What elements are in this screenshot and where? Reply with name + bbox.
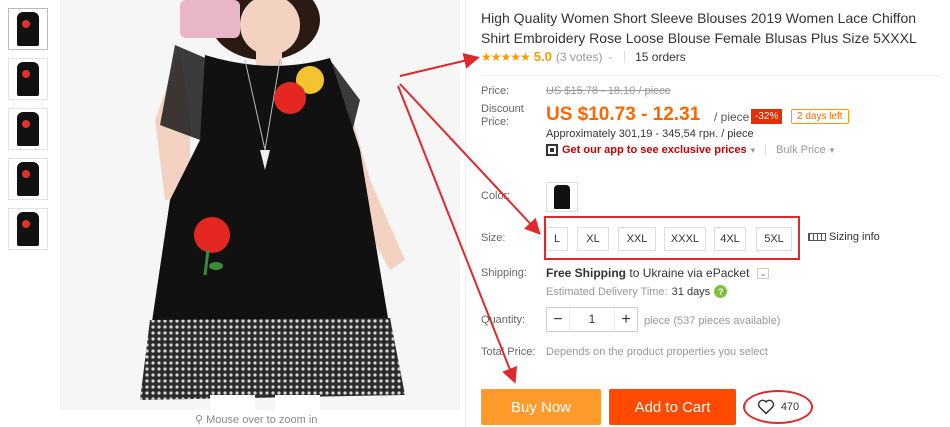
days-left-badge: 2 days left bbox=[791, 109, 849, 124]
quantity-label: Quantity: bbox=[481, 314, 526, 326]
delivery-estimate: Estimated Delivery Time: 31 days ? bbox=[546, 285, 728, 298]
votes-link[interactable]: (3 votes) bbox=[556, 50, 603, 64]
zoom-hint-text: Mouse over to zoom in bbox=[206, 414, 318, 426]
divider bbox=[481, 75, 941, 76]
add-to-cart-button[interactable]: Add to Cart bbox=[609, 389, 736, 425]
chevron-down-icon[interactable]: ▾ bbox=[830, 145, 835, 156]
color-swatch-black[interactable] bbox=[546, 182, 578, 212]
delivery-label: Estimated Delivery Time: bbox=[546, 285, 668, 298]
quantity-available: piece (537 pieces available) bbox=[644, 315, 781, 327]
sizing-info-link[interactable]: Sizing info bbox=[808, 231, 880, 243]
total-label: Total Price: bbox=[481, 346, 536, 358]
shipping-destination: to Ukraine via ePacket bbox=[629, 266, 750, 280]
orders-count: 15 orders bbox=[635, 49, 686, 64]
thumbnail[interactable] bbox=[8, 58, 48, 100]
separator bbox=[765, 144, 767, 156]
decrement-button[interactable]: − bbox=[547, 311, 569, 329]
increment-button[interactable]: + bbox=[615, 311, 637, 329]
ruler-icon bbox=[808, 233, 826, 241]
chevron-down-icon[interactable]: ⌄ bbox=[607, 51, 615, 62]
main-product-image[interactable] bbox=[60, 0, 460, 410]
zoom-hint: ⚲ Mouse over to zoom in bbox=[195, 413, 317, 426]
thumbnail[interactable] bbox=[8, 8, 48, 50]
shipping-label: Shipping: bbox=[481, 267, 527, 279]
wishlist-button[interactable]: 470 bbox=[743, 390, 813, 424]
original-price: US $15.78 - 18.10 / piece bbox=[546, 85, 671, 97]
star-rating-icon: ★★★★★ bbox=[481, 49, 531, 64]
wishlist-count: 470 bbox=[780, 401, 800, 413]
qr-code-icon bbox=[546, 144, 558, 156]
free-shipping-text: Free Shipping bbox=[546, 266, 627, 280]
color-label: Color: bbox=[481, 190, 511, 202]
discount-badge: -32% bbox=[751, 109, 783, 124]
help-icon[interactable]: ? bbox=[714, 285, 728, 298]
total-value: Depends on the product properties you se… bbox=[546, 346, 768, 358]
blouse-photo bbox=[60, 0, 460, 410]
rating-row: ★★★★★ 5.0 (3 votes) ⌄ 15 orders bbox=[481, 49, 686, 64]
rating-value: 5.0 bbox=[533, 49, 552, 64]
thumbnail-list bbox=[8, 8, 48, 258]
shipping-method[interactable]: Free Shipping to Ukraine via ePacket ⌄ bbox=[546, 266, 770, 280]
size-label: Size: bbox=[481, 232, 506, 244]
delivery-days: 31 days bbox=[671, 285, 711, 298]
discount-label-2: Price: bbox=[481, 116, 510, 128]
chevron-down-icon[interactable]: ▾ bbox=[751, 145, 756, 156]
quantity-stepper: − 1 + bbox=[546, 307, 638, 332]
bulk-price-link[interactable]: Bulk Price bbox=[776, 144, 826, 156]
discount-label: Discount bbox=[481, 103, 524, 115]
app-promo-link[interactable]: Get our app to see exclusive prices bbox=[562, 144, 747, 156]
quantity-input[interactable]: 1 bbox=[569, 308, 615, 331]
magnifier-icon: ⚲ bbox=[195, 414, 204, 426]
chevron-down-icon[interactable]: ⌄ bbox=[756, 268, 770, 280]
approx-price: Approximately 301,19 - 345,54 грн. / pie… bbox=[546, 128, 754, 140]
annotation-highlight-box bbox=[544, 216, 800, 260]
discount-price: US $10.73 - 12.31 bbox=[546, 104, 701, 125]
sizing-info-text: Sizing info bbox=[829, 231, 880, 243]
thumbnail[interactable] bbox=[8, 108, 48, 150]
separator bbox=[624, 50, 626, 63]
thumbnail[interactable] bbox=[8, 158, 48, 200]
app-promo: Get our app to see exclusive prices ▾ Bu… bbox=[546, 144, 834, 156]
divider bbox=[465, 0, 466, 427]
heart-icon bbox=[757, 399, 774, 415]
buy-now-button[interactable]: Buy Now bbox=[481, 389, 601, 425]
product-title: High Quality Women Short Sleeve Blouses … bbox=[481, 10, 917, 46]
per-piece: / piece bbox=[714, 110, 750, 124]
thumbnail[interactable] bbox=[8, 208, 48, 250]
price-label: Price: bbox=[481, 85, 510, 97]
